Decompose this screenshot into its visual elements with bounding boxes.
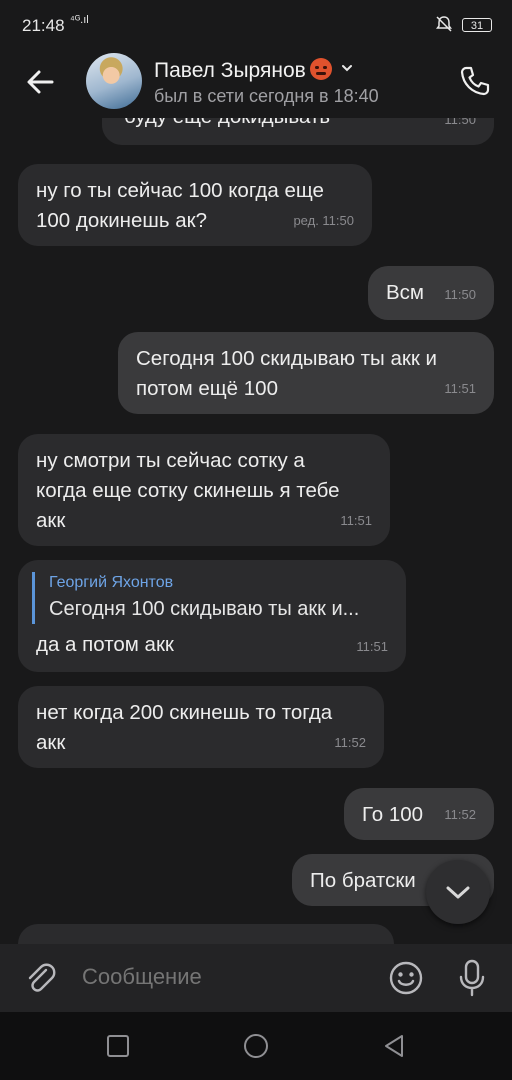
message-time: 11:50	[444, 118, 476, 127]
chat-header: Павел Зырянов был в сети сегодня в 18:40	[0, 52, 512, 118]
phone-icon[interactable]	[458, 64, 492, 98]
microphone-icon[interactable]	[456, 958, 488, 998]
bell-muted-icon	[436, 16, 452, 32]
chevron-down-icon	[446, 886, 470, 899]
reply-text: Сегодня 100 скидываю ты акк и...	[49, 598, 360, 620]
message-time: 11:52	[334, 735, 366, 750]
message-text: ну смотри ты сейчас сотку а когда еще со…	[36, 449, 340, 532]
message-bubble-outgoing[interactable]: Всм 11:50	[368, 266, 494, 320]
message-time: 11:51	[340, 513, 372, 528]
network-signal-icon: ⁴ᴳ.ıl	[70, 14, 89, 26]
message-time: ред. 11:50	[293, 213, 354, 228]
message-input[interactable]	[82, 964, 372, 990]
contact-status: был в сети сегодня в 18:40	[154, 86, 379, 106]
message-text: буду еще докидывать	[124, 118, 330, 132]
message-bubble-incoming[interactable]: ну го ты сейчас 100 когда еще 100 докине…	[18, 164, 372, 246]
smiley-icon[interactable]	[388, 960, 424, 996]
contact-name-row[interactable]: Павел Зырянов	[154, 58, 352, 83]
message-bubble-incoming[interactable]: буду еще докидывать 11:50	[102, 118, 494, 145]
paperclip-icon[interactable]	[22, 960, 58, 996]
message-bubble-incoming[interactable]: нет когда 200 скинешь то тогда акк 11:52	[18, 686, 384, 768]
system-navigation-bar	[0, 1012, 512, 1080]
home-icon[interactable]	[242, 1032, 270, 1060]
contact-name: Павел Зырянов	[154, 59, 306, 82]
status-time: 21:48	[22, 16, 65, 35]
message-text: Сегодня 100 скидываю ты акк и потом ещё …	[136, 347, 437, 400]
message-bubble-outgoing[interactable]: Сегодня 100 скидываю ты акк и потом ещё …	[118, 332, 494, 414]
message-text: Го 100	[362, 803, 424, 826]
message-bubble-incoming-reply[interactable]: Георгий Яхонтов Сегодня 100 скидываю ты …	[18, 560, 406, 672]
message-bubble-incoming-partial[interactable]	[18, 924, 394, 944]
battery-indicator: 31	[462, 18, 492, 32]
back-triangle-icon[interactable]	[380, 1032, 408, 1060]
message-list[interactable]: буду еще докидывать 11:50 ну го ты сейча…	[0, 118, 512, 944]
avatar[interactable]	[86, 53, 142, 109]
message-text: По братски	[310, 869, 416, 892]
reply-quote[interactable]: Георгий Яхонтов Сегодня 100 скидываю ты …	[32, 572, 359, 624]
chevron-down-icon[interactable]	[341, 63, 352, 73]
message-composer	[0, 944, 512, 1012]
arrow-left-icon[interactable]	[22, 64, 58, 100]
message-text: ну го ты сейчас 100 когда еще 100 докине…	[36, 179, 324, 232]
scroll-to-bottom-button[interactable]	[426, 860, 490, 924]
message-bubble-incoming[interactable]: ну смотри ты сейчас сотку а когда еще со…	[18, 434, 390, 546]
status-bar: 21:48 ⁴ᴳ.ıl 31	[0, 0, 512, 52]
recent-apps-icon[interactable]	[104, 1032, 132, 1060]
message-time: 11:52	[444, 807, 476, 822]
message-time: 11:50	[444, 287, 476, 302]
message-text: Всм	[386, 281, 425, 304]
angry-emoji-icon	[309, 58, 332, 80]
message-text: да а потом акк	[36, 633, 174, 656]
message-time: 11:51	[356, 639, 388, 654]
reply-author: Георгий Яхонтов	[49, 574, 174, 591]
message-bubble-outgoing[interactable]: Го 100 11:52	[344, 788, 494, 840]
message-text: нет когда 200 скинешь то тогда акк	[36, 701, 333, 754]
message-time: 11:51	[444, 381, 476, 396]
